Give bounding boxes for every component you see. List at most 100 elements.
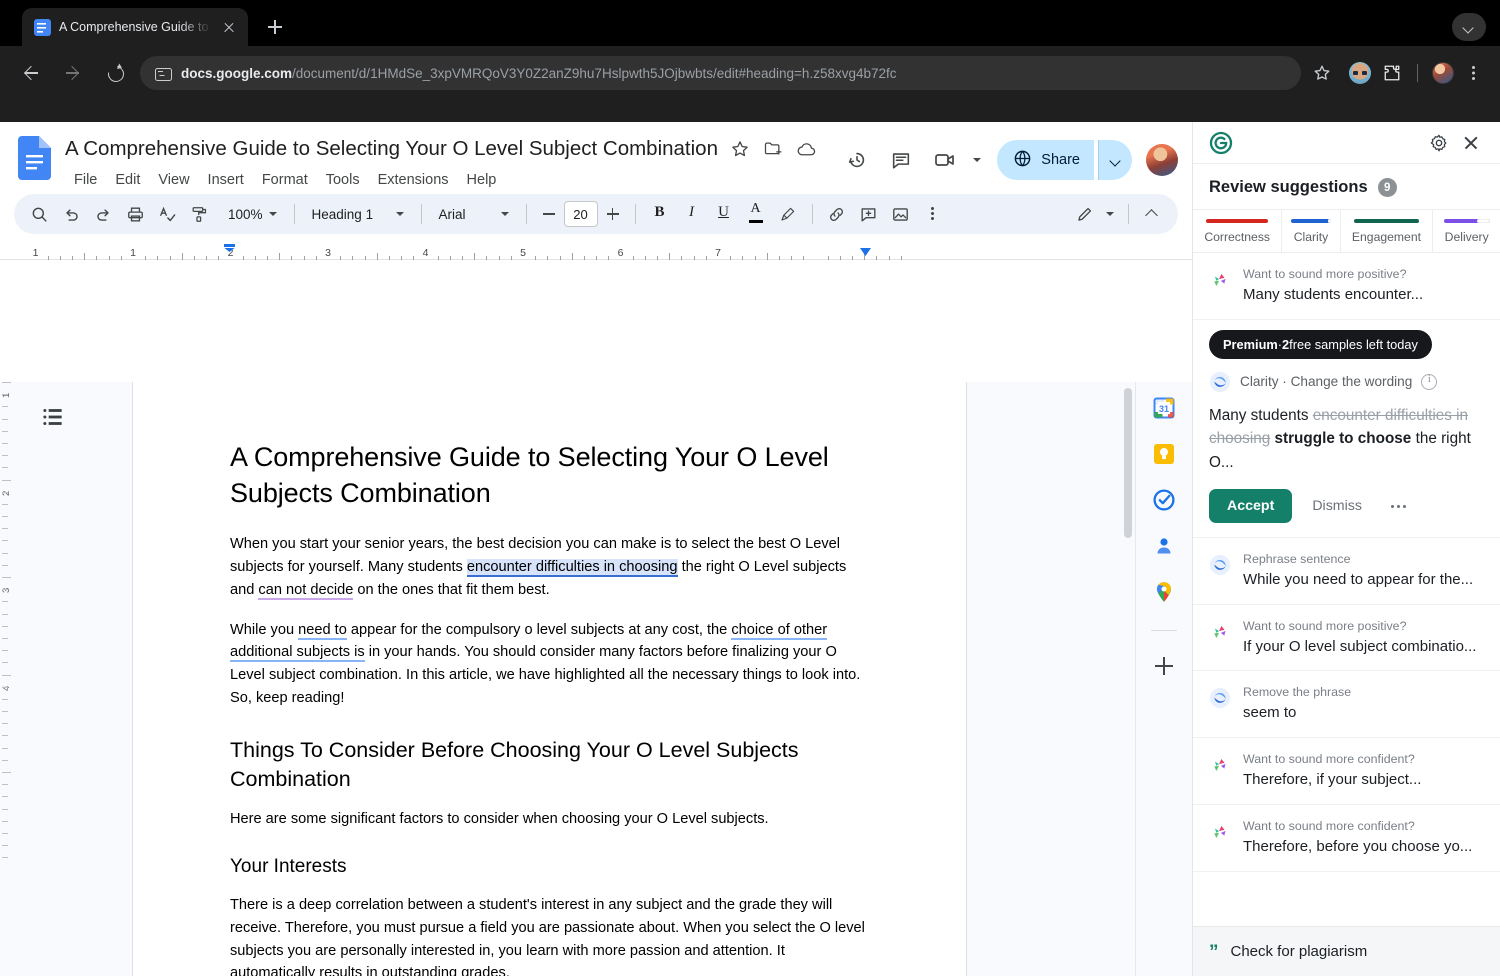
suggestion-card[interactable]: Want to sound more confident? Therefore,… [1193, 805, 1500, 872]
share-button[interactable]: Share [997, 140, 1094, 180]
google-calendar-icon[interactable]: 31 [1152, 396, 1176, 420]
menu-extensions[interactable]: Extensions [369, 169, 458, 191]
menu-format[interactable]: Format [253, 169, 317, 191]
add-app-plus-icon[interactable] [1151, 653, 1177, 679]
check-plagiarism-button[interactable]: ” Check for plagiarism [1193, 926, 1500, 976]
menu-help[interactable]: Help [458, 169, 506, 191]
text-color-button[interactable]: A [741, 199, 771, 229]
meet-chevron-down-icon[interactable] [969, 140, 985, 180]
suggestion-kebab-menu-icon[interactable] [1382, 489, 1416, 523]
document-heading-2[interactable]: Things To Consider Before Choosing Your … [230, 736, 869, 794]
close-icon[interactable] [1458, 130, 1484, 156]
search-icon[interactable] [24, 199, 54, 229]
new-tab-button[interactable] [260, 12, 290, 42]
google-docs-logo-icon[interactable] [18, 136, 51, 180]
star-icon[interactable] [730, 139, 751, 160]
quote-icon: ” [1209, 942, 1219, 963]
move-to-folder-icon[interactable] [763, 139, 784, 160]
suggestion-card[interactable]: Want to sound more positive? Many studen… [1193, 253, 1500, 320]
toolbar-kebab-menu-icon[interactable] [918, 199, 948, 229]
editing-mode-pencil-icon[interactable] [1069, 199, 1099, 229]
highlight-pen-icon[interactable] [773, 199, 803, 229]
italic-button[interactable]: I [677, 199, 707, 229]
document-paragraph-1[interactable]: When you start your senior years, the be… [230, 533, 869, 601]
zoom-dropdown[interactable]: 100% [220, 200, 285, 228]
grammarly-logo-icon[interactable] [1209, 131, 1233, 155]
document-heading-1[interactable]: A Comprehensive Guide to Selecting Your … [230, 440, 869, 511]
browser-tab[interactable]: A Comprehensive Guide to Se [22, 8, 248, 46]
document-outline-icon[interactable] [40, 404, 66, 430]
redo-icon[interactable] [88, 199, 118, 229]
address-bar[interactable]: docs.google.com/document/d/1HMdSe_3xpVMR… [140, 56, 1301, 90]
document-title[interactable]: A Comprehensive Guide to Selecting Your … [65, 137, 718, 161]
clarity-highlight-span[interactable]: encounter difficulties in choosing [466, 559, 678, 578]
underline-button[interactable]: U [709, 199, 739, 229]
share-chevron-down-icon[interactable] [1098, 140, 1132, 180]
editing-mode-chevron-down-icon[interactable] [1101, 199, 1119, 229]
extensions-puzzle-icon[interactable] [1377, 58, 1407, 88]
dismiss-button[interactable]: Dismiss [1300, 489, 1374, 523]
tab-correctness[interactable]: Correctness [1193, 210, 1283, 252]
google-contacts-icon[interactable] [1152, 534, 1176, 558]
gear-icon[interactable] [1426, 130, 1452, 156]
document-paragraph-4[interactable]: There is a deep correlation between a st… [230, 894, 869, 976]
site-settings-icon[interactable] [154, 65, 172, 82]
horizontal-ruler[interactable]: 11234567 [0, 242, 1192, 260]
profile-avatar-secondary[interactable] [1349, 62, 1371, 84]
info-icon[interactable] [1421, 373, 1438, 390]
print-icon[interactable] [120, 199, 150, 229]
tab-clarity[interactable]: Clarity [1282, 210, 1341, 252]
premium-badge[interactable]: Premium · 2 free samples left today [1209, 329, 1432, 359]
menu-tools[interactable]: Tools [317, 169, 369, 191]
link-icon[interactable] [822, 199, 852, 229]
delivery-underline-span[interactable]: can not decide [258, 581, 354, 600]
menu-file[interactable]: File [65, 169, 106, 191]
forward-arrow-right-icon[interactable] [56, 56, 90, 90]
paragraph-style-dropdown[interactable]: Heading 1 [304, 200, 412, 228]
document-paragraph-2[interactable]: While you need to appear for the compuls… [230, 619, 869, 710]
scrollbar-thumb[interactable] [1124, 388, 1132, 538]
google-keep-icon[interactable] [1152, 442, 1176, 466]
collapse-toolbar-chevron-up-icon[interactable] [1138, 199, 1168, 229]
font-family-dropdown[interactable]: Arial [431, 200, 517, 228]
version-history-icon[interactable] [837, 140, 877, 180]
font-size-input[interactable]: 20 [563, 201, 598, 227]
reload-icon[interactable] [98, 56, 132, 90]
menu-edit[interactable]: Edit [106, 169, 149, 191]
user-avatar[interactable] [1146, 144, 1178, 176]
tab-search-chevron-down-icon[interactable] [1452, 13, 1486, 41]
paint-format-icon[interactable] [184, 199, 214, 229]
clarity-underline-span[interactable]: need to [298, 621, 347, 640]
back-arrow-left-icon[interactable] [14, 56, 48, 90]
bookmark-star-icon[interactable] [1307, 58, 1337, 88]
suggestion-card[interactable]: Want to sound more confident? Therefore,… [1193, 738, 1500, 805]
tab-engagement[interactable]: Engagement [1341, 210, 1434, 252]
document-page[interactable]: A Comprehensive Guide to Selecting Your … [133, 382, 966, 976]
video-camera-icon[interactable] [925, 140, 965, 180]
document-paragraph-3[interactable]: Here are some significant factors to con… [230, 808, 869, 831]
suggestion-card[interactable]: Remove the phrase seem to [1193, 671, 1500, 739]
tab-close-icon[interactable] [220, 18, 238, 36]
suggestion-card[interactable]: Rephrase sentence While you need to appe… [1193, 538, 1500, 605]
profile-avatar[interactable] [1432, 62, 1454, 84]
suggestion-card[interactable]: Want to sound more positive? If your O l… [1193, 605, 1500, 672]
comment-history-icon[interactable] [881, 140, 921, 180]
decrease-font-size-button[interactable] [536, 201, 562, 227]
add-comment-icon[interactable] [854, 199, 884, 229]
menu-view[interactable]: View [149, 169, 198, 191]
document-heading-3[interactable]: Your Interests [230, 854, 869, 880]
insert-image-icon[interactable] [886, 199, 916, 229]
bold-button[interactable]: B [645, 199, 675, 229]
document-scrollbar[interactable] [1121, 382, 1135, 976]
accept-button[interactable]: Accept [1209, 488, 1293, 523]
spellcheck-icon[interactable] [152, 199, 182, 229]
browser-kebab-menu-icon[interactable] [1460, 58, 1486, 88]
undo-icon[interactable] [56, 199, 86, 229]
document-scroll-area[interactable]: 1234 A Comprehensive Guide to Selecting … [0, 382, 1192, 976]
menu-insert[interactable]: Insert [199, 169, 253, 191]
tab-delivery[interactable]: Delivery [1433, 210, 1500, 252]
increase-font-size-button[interactable] [600, 201, 626, 227]
cloud-saved-icon[interactable] [796, 139, 817, 160]
google-maps-icon[interactable] [1152, 580, 1176, 604]
google-tasks-icon[interactable] [1152, 488, 1176, 512]
